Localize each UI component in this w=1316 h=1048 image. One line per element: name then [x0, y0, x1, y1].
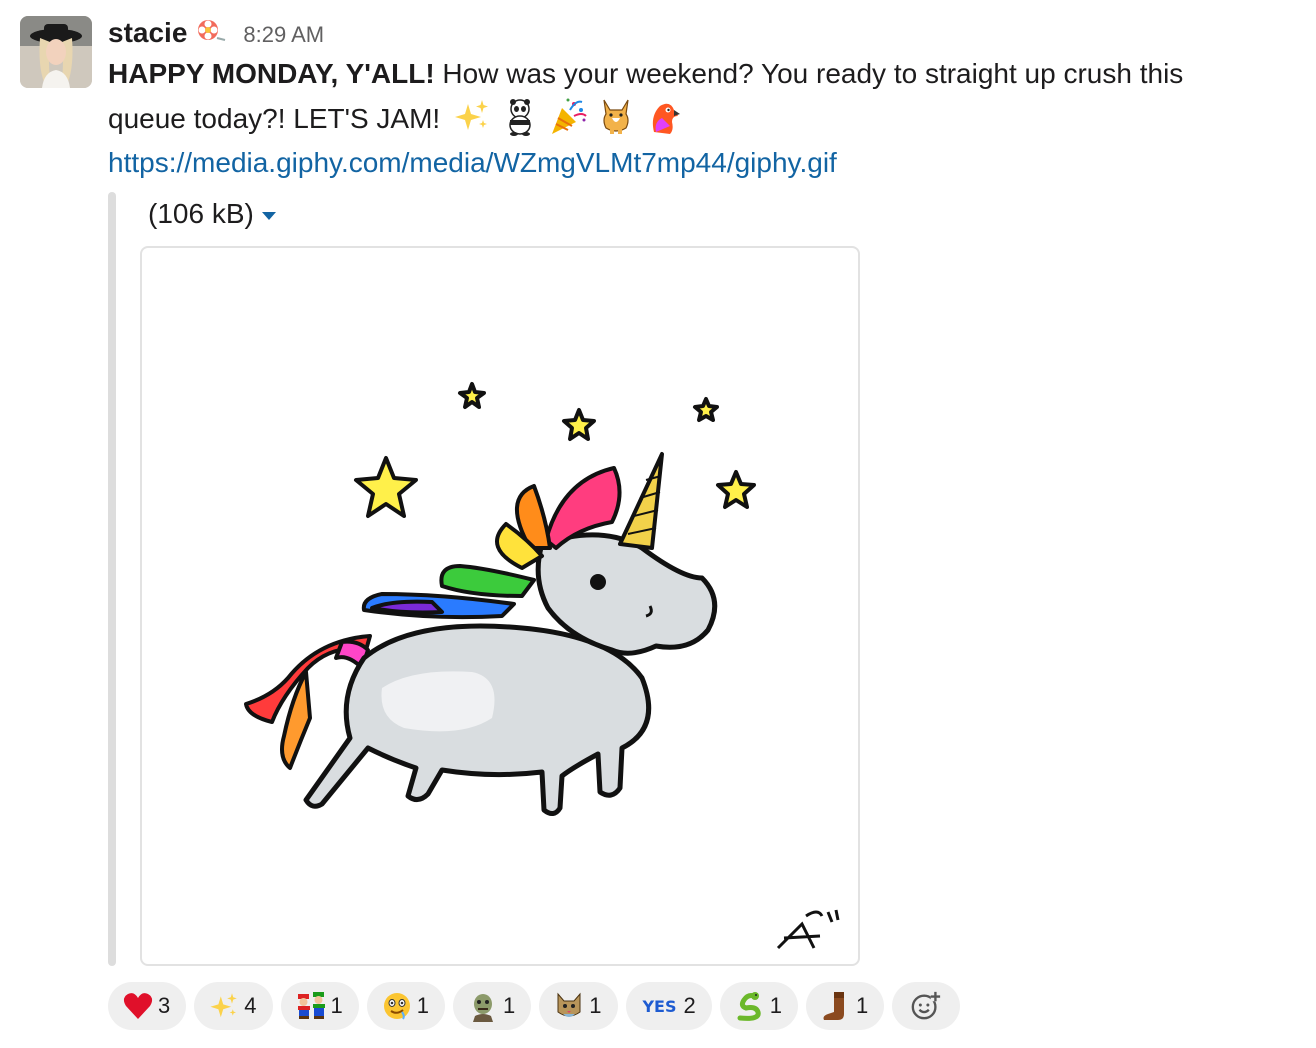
cat-icon [553, 990, 585, 1022]
message-text-line2: queue today?! LET'S JAM! [108, 103, 441, 134]
mario-luigi-icon [295, 990, 327, 1022]
message-header: stacie 8:29 AM [108, 12, 1298, 52]
corgi-icon [596, 96, 636, 136]
sparkles-icon [208, 990, 240, 1022]
message-text-line1: How was your weekend? You ready to strai… [434, 58, 1184, 89]
panda-dance-icon [500, 96, 540, 136]
file-size-toggle[interactable]: (106 kB) [148, 198, 276, 230]
reaction-count: 3 [158, 993, 171, 1018]
message-text: HAPPY MONDAY, Y'ALL! How was your weeken… [108, 52, 1298, 141]
unicorn-image [244, 382, 840, 950]
reaction-drooling-face[interactable]: 1 [366, 982, 445, 1030]
message: stacie 8:29 AM HAPPY MONDAY, Y'ALL! How … [108, 12, 1298, 185]
timestamp[interactable]: 8:29 AM [243, 22, 324, 48]
avatar-image [20, 16, 92, 88]
reaction-cat[interactable]: 1 [539, 982, 618, 1030]
reaction-sparkles[interactable]: 4 [194, 982, 273, 1030]
username[interactable]: stacie [108, 17, 187, 49]
gif-attachment: (106 kB) [108, 192, 868, 968]
zombie-icon [467, 990, 499, 1022]
add-reaction-button[interactable] [892, 982, 961, 1030]
heart-icon [122, 990, 154, 1022]
drooling-face-icon [381, 990, 413, 1022]
reaction-yes[interactable]: YES 2 [625, 982, 712, 1030]
reaction-mario-luigi[interactable]: 1 [280, 982, 359, 1030]
reaction-snake[interactable]: 1 [719, 982, 798, 1030]
reaction-count: 1 [589, 993, 602, 1018]
party-parrot-icon [644, 96, 684, 136]
user-avatar[interactable] [20, 16, 92, 88]
giphy-link[interactable]: https://media.giphy.com/media/WZmgVLMt7m… [108, 141, 1298, 185]
sparkles-icon [452, 96, 492, 136]
attachment-bar [108, 192, 116, 966]
reaction-count: 1 [330, 993, 343, 1018]
reaction-count: 1 [416, 993, 429, 1018]
reaction-count: 4 [244, 993, 257, 1018]
message-bold-text: HAPPY MONDAY, Y'ALL! [108, 58, 435, 89]
reaction-zombie[interactable]: 1 [453, 982, 532, 1030]
reaction-heart[interactable]: 3 [108, 982, 187, 1030]
reaction-count: 1 [769, 993, 782, 1018]
cowboy-boot-icon [820, 990, 852, 1022]
gif-image[interactable] [140, 246, 860, 966]
reaction-count: 1 [503, 993, 516, 1018]
reaction-count: 2 [683, 993, 696, 1018]
reaction-count: 1 [856, 993, 869, 1018]
snake-icon [734, 990, 766, 1022]
reaction-cowboy-boot[interactable]: 1 [806, 982, 885, 1030]
file-size-label: (106 kB) [148, 198, 254, 229]
reactions-bar: 3 4 1 1 1 1 YES 2 1 1 [108, 982, 961, 1030]
caret-down-icon [261, 212, 276, 220]
yes-icon: YES [642, 996, 677, 1016]
add-emoji-icon [910, 990, 942, 1022]
party-popper-icon [548, 96, 588, 136]
status-flower-icon [193, 16, 227, 46]
